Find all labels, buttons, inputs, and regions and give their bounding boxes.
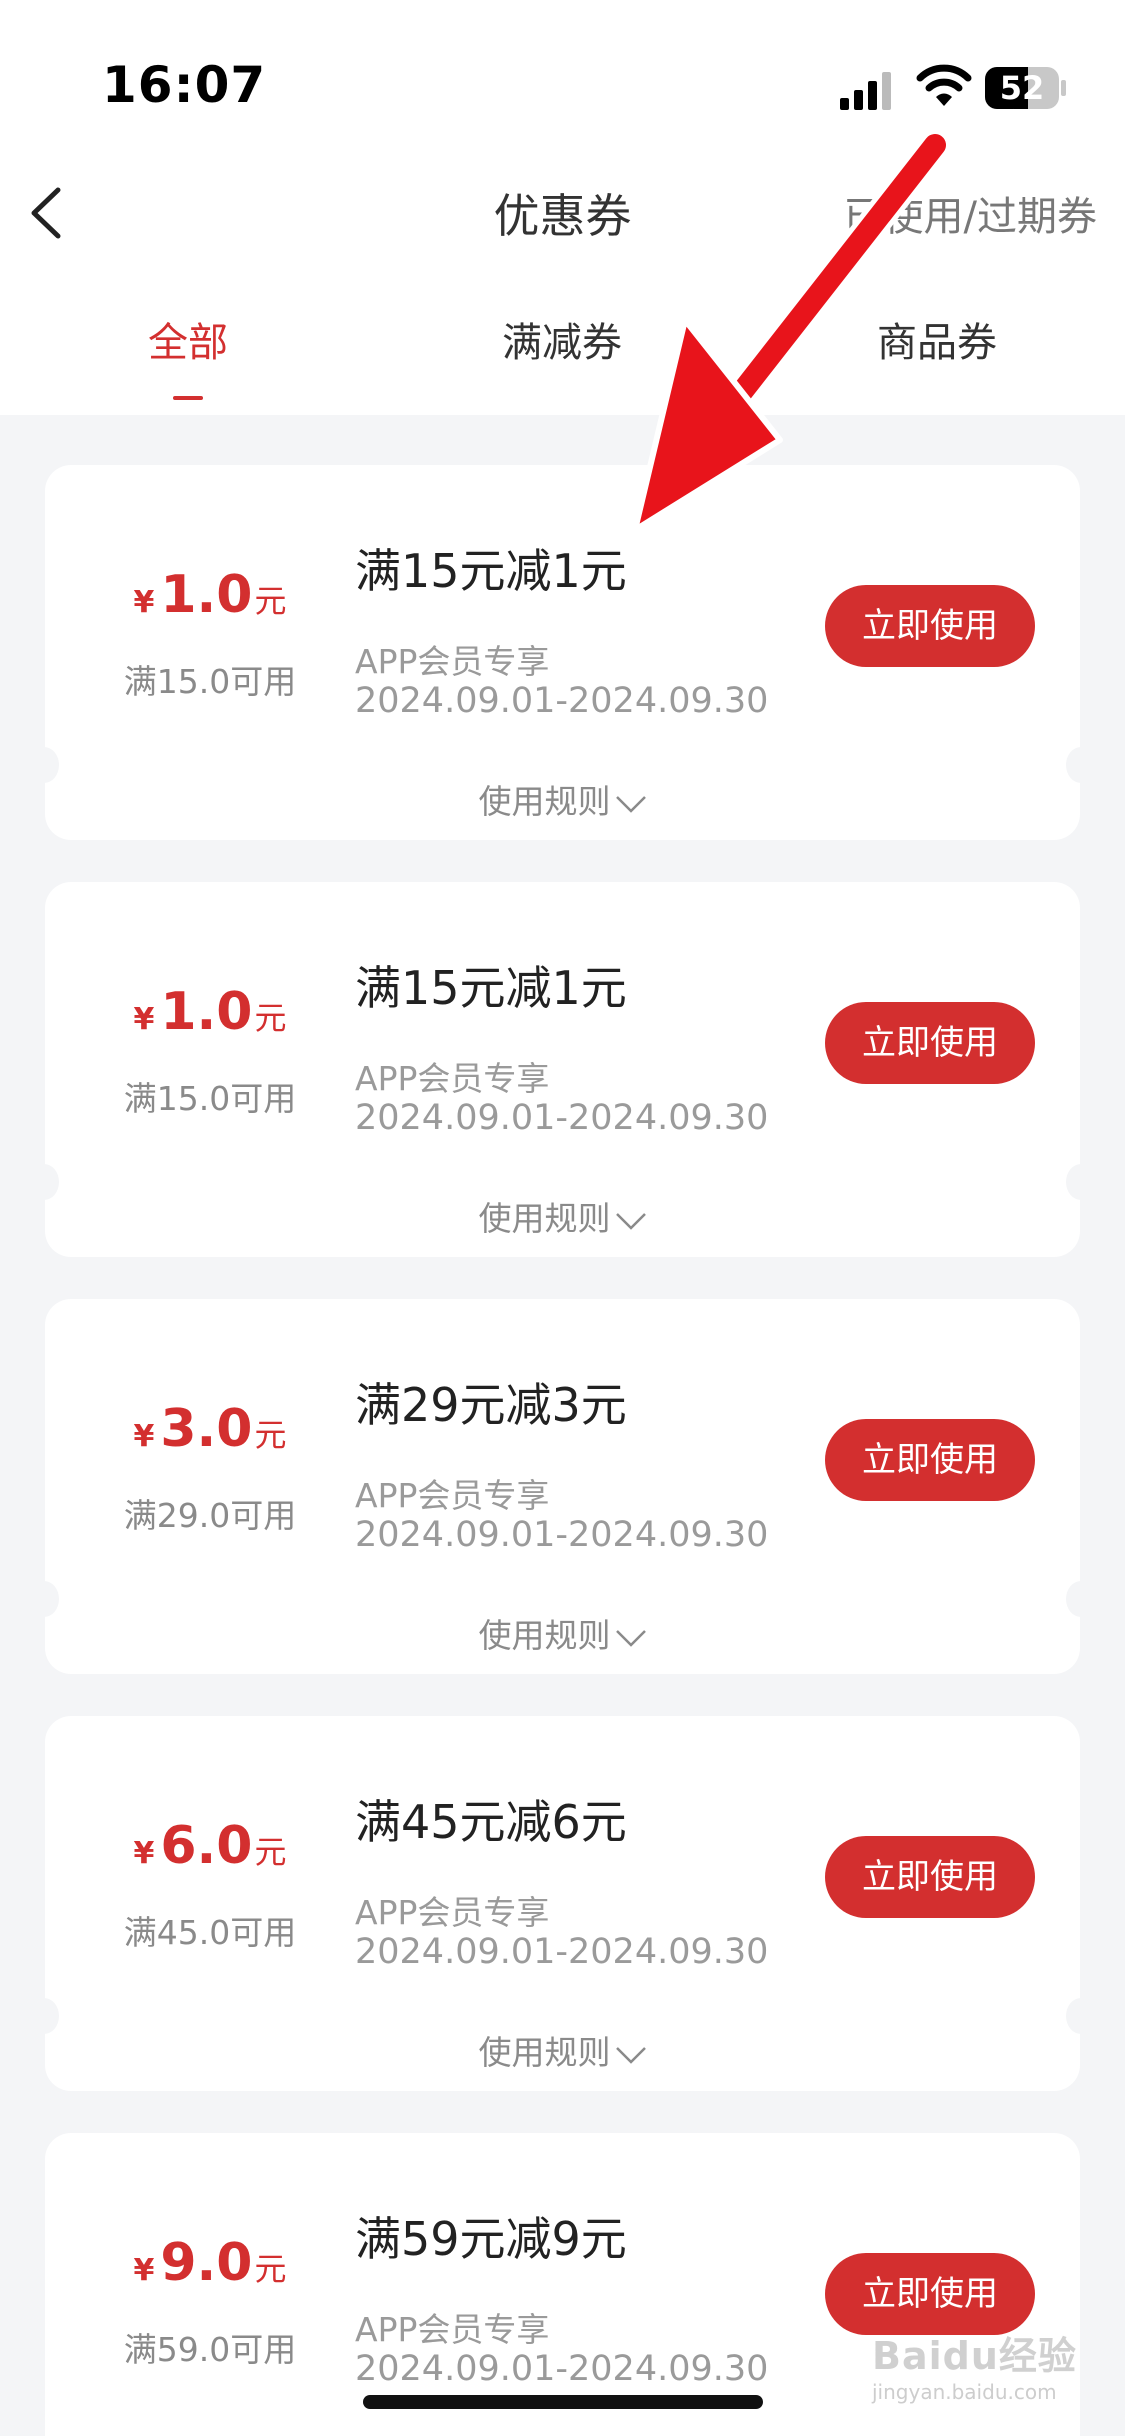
min-spend: 满29.0可用: [123, 1496, 297, 1535]
usage-rules-label: 使用规则: [478, 782, 611, 821]
chevron-down-icon: [615, 2046, 646, 2064]
amount-unit: 元: [254, 1833, 287, 1871]
usage-rules-toggle[interactable]: 使用规则: [45, 1192, 1080, 1240]
coupon-card: ¥1.0元 满15.0可用 满15元减1元 APP会员专享 2024.09.01…: [29, 882, 1096, 1257]
coupon-title: 满59元减9元: [355, 2212, 627, 2266]
status-time: 16:07: [102, 56, 267, 114]
usage-rules-toggle[interactable]: 使用规则: [45, 2026, 1080, 2074]
min-spend: 满15.0可用: [123, 1079, 297, 1118]
valid-dates: 2024.09.01-2024.09.30: [355, 1932, 769, 1972]
chevron-down-icon: [615, 1212, 646, 1230]
min-spend: 满15.0可用: [123, 662, 297, 701]
coupon-title: 满45元减6元: [355, 1795, 627, 1849]
watermark-url: jingyan.baidu.com: [872, 2380, 1057, 2404]
valid-dates: 2024.09.01-2024.09.30: [355, 1098, 769, 1138]
coupon-title: 满29元减3元: [355, 1378, 627, 1432]
usage-rules-label: 使用规则: [478, 2033, 611, 2072]
valid-dates: 2024.09.01-2024.09.30: [355, 2349, 769, 2389]
usage-rules-toggle[interactable]: 使用规则: [45, 775, 1080, 823]
min-spend: 满59.0可用: [123, 2330, 297, 2369]
watermark: Baidu经验: [872, 2334, 1077, 2378]
yen-symbol: ¥: [133, 2253, 155, 2288]
amount-unit: 元: [254, 1416, 287, 1454]
coupon-amount: ¥3.0元: [105, 1399, 315, 1459]
amount-unit: 元: [254, 2250, 287, 2288]
tab-all[interactable]: 全部: [8, 310, 368, 368]
use-now-button[interactable]: 立即使用: [825, 585, 1035, 667]
coupon-amount: ¥6.0元: [105, 1816, 315, 1876]
usage-rules-label: 使用规则: [478, 1199, 611, 1238]
member-tag: APP会员专享: [355, 1893, 550, 1932]
usage-rules-label: 使用规则: [478, 1616, 611, 1655]
coupon-page: 16:07 52 优惠券 已使用/过期券 全部 满减券 商品券 ¥ 1.0元 满…: [0, 0, 1125, 2436]
member-tag: APP会员专享: [355, 642, 550, 681]
yen-symbol: ¥: [133, 1002, 155, 1037]
battery-level: 52: [999, 69, 1045, 107]
chevron-down-icon: [615, 1629, 646, 1647]
member-tag: APP会员专享: [355, 1476, 550, 1515]
home-indicator: [363, 2395, 763, 2409]
amount-value: 9.0: [160, 2233, 253, 2293]
amount-value: 6.0: [160, 1816, 253, 1876]
amount-value: 1.0: [160, 565, 253, 625]
yen-symbol: ¥: [133, 1836, 155, 1871]
coupon-amount: ¥9.0元: [105, 2233, 315, 2293]
active-tab-indicator: [173, 396, 203, 400]
coupon-title: 满15元减1元: [355, 961, 627, 1015]
yen-symbol: ¥: [133, 1419, 155, 1454]
amount-value: 1.0: [160, 982, 253, 1042]
coupon-amount: ¥1.0元: [105, 982, 315, 1042]
valid-dates: 2024.09.01-2024.09.30: [355, 681, 769, 721]
use-now-button[interactable]: 立即使用: [825, 1002, 1035, 1084]
use-now-button[interactable]: 立即使用: [825, 1836, 1035, 1918]
use-now-button[interactable]: 立即使用: [825, 1419, 1035, 1501]
use-now-button[interactable]: 立即使用: [825, 2253, 1035, 2335]
coupon-amount: ¥1.0元: [105, 565, 315, 625]
amount-unit: 元: [254, 582, 287, 620]
red-arrow-icon: [632, 129, 951, 533]
wifi-icon: [916, 64, 972, 106]
min-spend: 满45.0可用: [123, 1913, 297, 1952]
yen-symbol: ¥: [133, 585, 155, 620]
member-tag: APP会员专享: [355, 1059, 550, 1098]
valid-dates: 2024.09.01-2024.09.30: [355, 1515, 769, 1555]
amount-value: 3.0: [160, 1399, 253, 1459]
coupon-card: ¥3.0元 满29.0可用 满29元减3元 APP会员专享 2024.09.01…: [29, 1299, 1096, 1674]
amount-unit: 元: [254, 999, 287, 1037]
coupon-card: ¥6.0元 满45.0可用 满45元减6元 APP会员专享 2024.09.01…: [29, 1716, 1096, 2091]
usage-rules-toggle[interactable]: 使用规则: [45, 1609, 1080, 1657]
coupon-title: 满15元减1元: [355, 544, 627, 598]
member-tag: APP会员专享: [355, 2310, 550, 2349]
signal-icon: [840, 72, 891, 110]
chevron-down-icon: [615, 795, 646, 813]
